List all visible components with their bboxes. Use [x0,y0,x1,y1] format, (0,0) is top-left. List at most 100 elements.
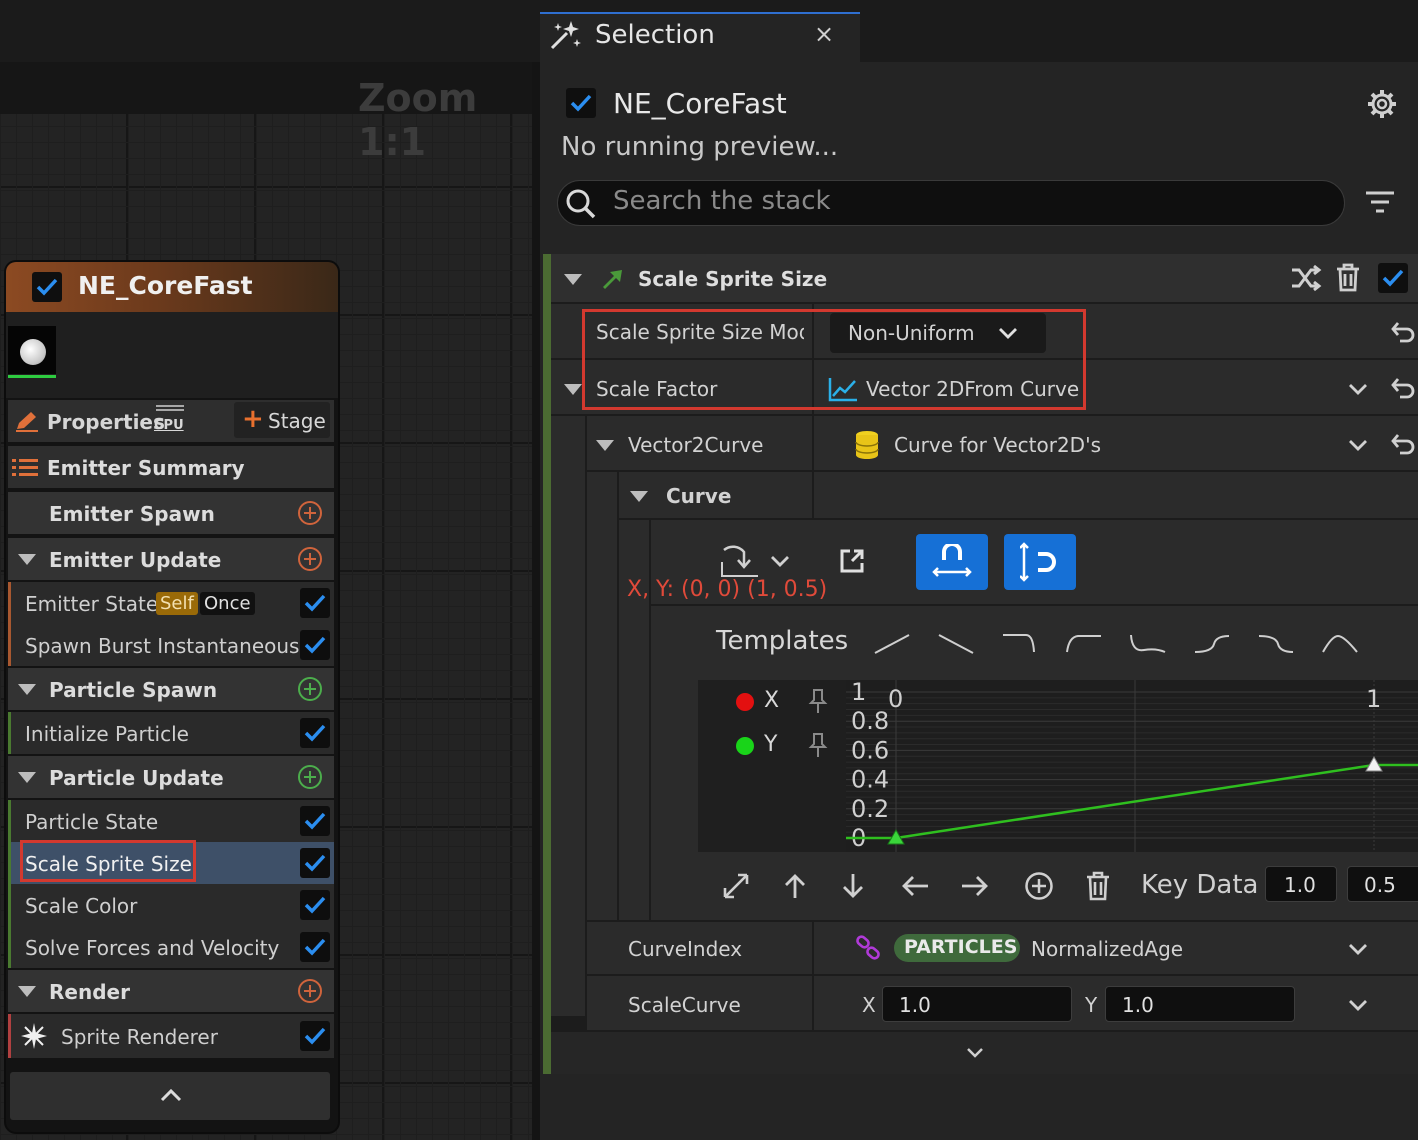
magnet-vertical-icon [1020,542,1056,582]
smooth-rise-template-icon[interactable] [1192,628,1232,658]
collapse-arrow-icon[interactable] [18,986,36,997]
panel-splitter[interactable] [532,62,540,1140]
collapse-arrow-icon[interactable] [630,491,648,502]
key-value-field[interactable]: 0.5 [1347,866,1418,902]
chevron-down-icon[interactable] [1348,998,1368,1012]
collapse-arrow-icon[interactable] [18,772,36,783]
smooth-fall-template-icon[interactable] [1256,628,1296,658]
module-enable-checkbox[interactable] [300,718,330,748]
shuffle-icon[interactable] [1290,264,1322,292]
scale-curve-y-field[interactable]: 1.0 [1105,986,1295,1022]
filter-icon[interactable] [1364,190,1396,216]
linear-up-template-icon[interactable] [872,628,912,658]
arrow-down-icon[interactable] [840,872,866,900]
add-module-icon[interactable] [298,547,322,571]
tab-title: Selection [595,20,715,50]
module-enable-checkbox[interactable] [300,848,330,878]
expand-more-icon[interactable] [966,1047,984,1059]
chevron-down-icon[interactable] [1348,382,1368,396]
particle-update-row[interactable]: Particle Update [8,756,334,798]
snap-horizontal-button[interactable] [916,534,988,590]
sprite-renderer-row[interactable]: Sprite Renderer [8,1014,334,1058]
emitter-summary-label: Emitter Summary [47,456,245,480]
scale-color-row[interactable]: Scale Color [8,884,334,926]
trash-icon[interactable] [1334,262,1362,292]
arrow-up-icon[interactable] [782,872,808,900]
ease-in-rise-template-icon[interactable] [1064,628,1104,658]
pin-icon[interactable] [808,688,828,714]
templates-label: Templates [716,626,849,656]
emitter-spawn-row[interactable]: Emitter Spawn [8,492,334,534]
module-enable-checkbox[interactable] [300,806,330,836]
scale-curve-x-field[interactable]: 1.0 [882,986,1072,1022]
add-renderer-icon[interactable] [298,979,322,1003]
particle-state-row[interactable]: Particle State [8,800,334,842]
properties-row[interactable]: Properties CPU + Stage [8,400,334,442]
module-enable-checkbox[interactable] [300,588,330,618]
snap-vertical-button[interactable] [1004,534,1076,590]
fit-view-icon[interactable] [722,872,750,900]
add-module-icon[interactable] [298,501,322,525]
curve-graph[interactable]: 10.80.60.40.20 01 [846,680,1418,852]
vector2curve-value[interactable]: Curve for Vector2D's [894,433,1101,457]
emitter-node-header[interactable]: NE_CoreFast [6,262,338,312]
pin-icon[interactable] [808,732,828,758]
scale-sprite-size-row[interactable]: Scale Sprite Size [8,840,334,884]
cpu-label: CPU [154,418,184,433]
system-enable-checkbox[interactable] [566,88,596,118]
reset-arrow-icon[interactable] [1390,432,1416,456]
module-enable-checkbox[interactable] [300,630,330,660]
x-tick-label: 0 [888,685,903,713]
spawn-burst-row[interactable]: Spawn Burst Instantaneous [8,624,334,666]
render-label: Render [49,980,130,1004]
collapse-arrow-icon[interactable] [18,684,36,695]
curve-interp-icon[interactable] [718,542,762,580]
particle-spawn-row[interactable]: Particle Spawn [8,668,334,710]
emitter-state-row[interactable]: Emitter State Self Once [8,582,334,624]
channel-y-label[interactable]: Y [764,732,777,757]
emitter-enable-checkbox[interactable] [32,272,62,302]
emitter-node[interactable]: NE_CoreFast Properties CPU + Stage Emitt… [6,262,338,1132]
collapse-arrow-icon[interactable] [564,384,582,395]
y-tick-label: 1 [851,680,866,706]
renderer-enable-checkbox[interactable] [300,1021,330,1051]
open-external-icon[interactable] [838,547,866,575]
add-module-icon[interactable] [298,765,322,789]
add-stage-button[interactable]: + Stage [234,402,330,438]
curve-index-value[interactable]: NormalizedAge [1031,937,1183,961]
collapse-arrow-icon[interactable] [18,554,36,565]
solve-forces-row[interactable]: Solve Forces and Velocity [8,926,334,968]
arrow-left-icon[interactable] [900,872,930,900]
particle-spawn-label: Particle Spawn [49,678,218,702]
module-enable-checkbox[interactable] [300,890,330,920]
delete-key-icon[interactable] [1084,870,1112,902]
collapse-node-button[interactable] [10,1072,330,1120]
bell-template-icon[interactable] [1320,628,1360,658]
linear-down-template-icon[interactable] [936,628,976,658]
indent-gutter [587,472,617,920]
initialize-particle-row[interactable]: Initialize Particle [8,712,334,754]
module-enable-checkbox[interactable] [300,932,330,962]
emitter-update-row[interactable]: Emitter Update [8,538,334,580]
collapse-arrow-icon[interactable] [596,440,614,451]
templates-bar [868,626,1368,660]
key-time-field[interactable]: 1.0 [1265,866,1337,902]
chevron-down-icon[interactable] [1348,438,1368,452]
arrow-right-icon[interactable] [960,872,990,900]
module-enable-checkbox[interactable] [1378,263,1408,293]
gear-icon[interactable] [1366,88,1398,120]
ease-out-drop-template-icon[interactable] [1000,628,1040,658]
column-divider [812,472,814,520]
ease-decay-template-icon[interactable] [1128,628,1168,658]
channel-x-label[interactable]: X [764,688,779,713]
add-key-icon[interactable] [1024,871,1054,901]
chevron-down-icon[interactable] [1348,942,1368,956]
chevron-down-icon[interactable] [770,554,790,568]
close-tab-icon[interactable]: × [814,20,834,48]
add-module-icon[interactable] [298,677,322,701]
reset-arrow-icon[interactable] [1390,320,1416,344]
reset-arrow-icon[interactable] [1390,376,1416,400]
emitter-summary-row[interactable]: Emitter Summary [8,446,334,488]
collapse-arrow-icon[interactable] [564,274,582,285]
render-row[interactable]: Render [8,970,334,1012]
